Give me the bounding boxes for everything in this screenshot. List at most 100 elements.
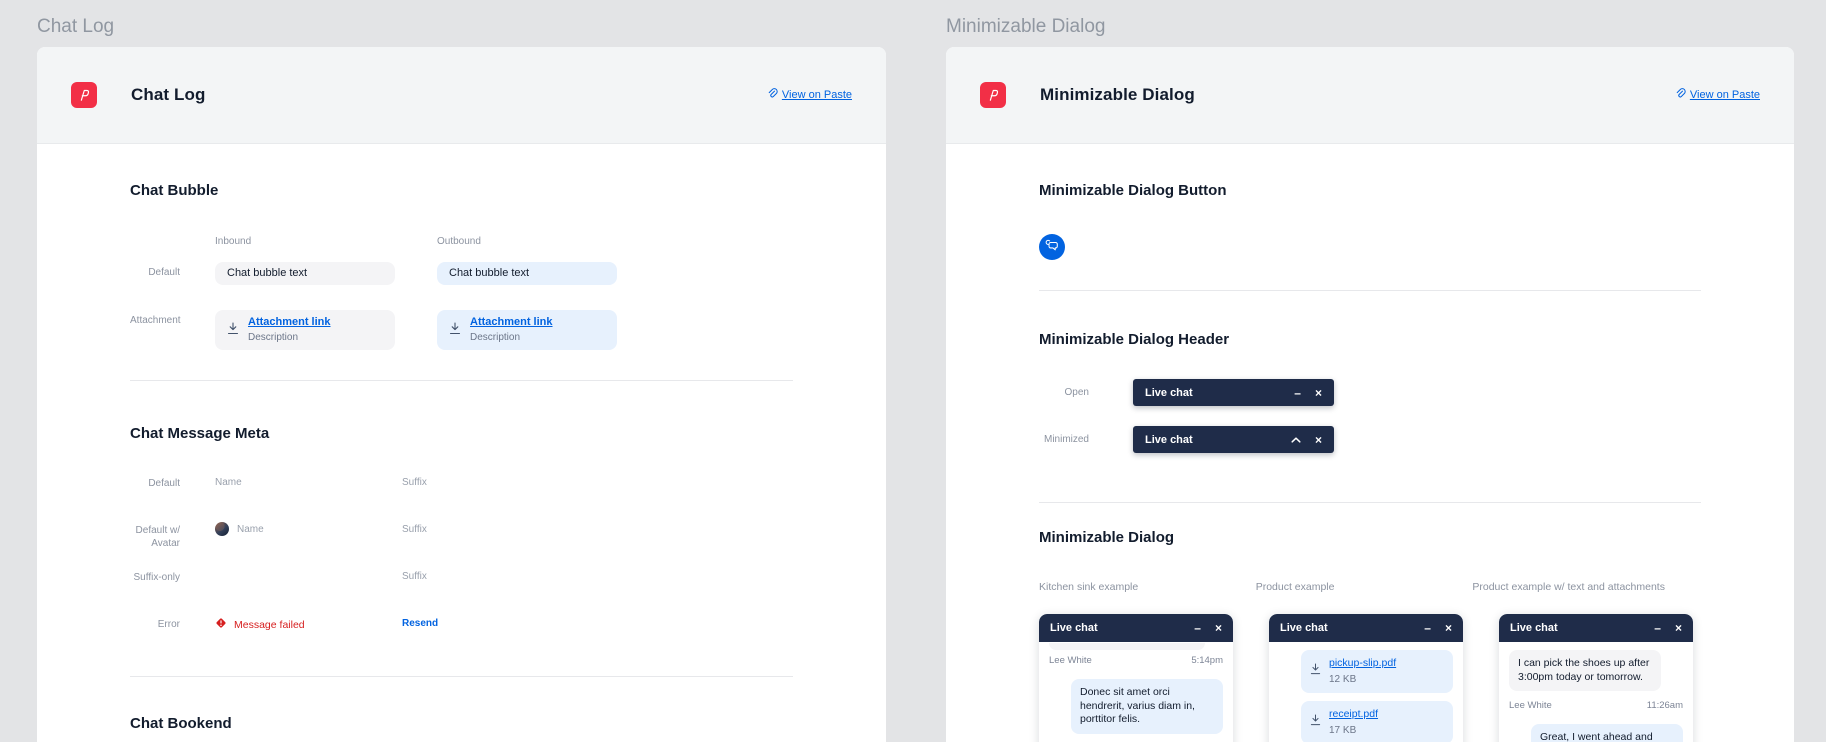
minimizable-dialog-card: Minimizable Dialog View on Paste Minimiz… — [946, 47, 1794, 742]
dialog-title: Live chat — [1280, 622, 1410, 634]
download-icon — [227, 322, 239, 339]
close-icon[interactable]: × — [1315, 387, 1322, 399]
row-label: Default — [130, 262, 215, 278]
row-label: Attachment — [130, 310, 215, 326]
dialog-header-minimized[interactable]: Live chat × — [1133, 426, 1334, 453]
section-heading-dialog-header: Minimizable Dialog Header — [1039, 331, 1701, 349]
attachment-link[interactable]: Attachment link — [470, 316, 553, 329]
error-icon — [215, 617, 227, 632]
meta-row-error: Error Message failed Resend — [130, 612, 793, 659]
window-label: Chat Log — [37, 14, 886, 40]
view-on-paste-link[interactable]: View on Paste — [767, 88, 852, 102]
example-labels: Kitchen sink example Product example Pro… — [1039, 581, 1701, 593]
row-open: Open Live chat – × — [1039, 379, 1701, 406]
dialog-product: Live chat – × pickup-slip.pdf 12 KB — [1269, 614, 1463, 742]
dialog-title: Live chat — [1145, 434, 1277, 446]
row-label: Default — [130, 471, 215, 490]
attachment-bubble-inbound: Attachment link Description — [215, 310, 395, 350]
section-heading-chat-message-meta: Chat Message Meta — [130, 425, 793, 443]
card-header: Chat Log View on Paste — [37, 47, 886, 144]
meta-suffix: Suffix — [402, 471, 427, 488]
column-inbound: Inbound — [215, 236, 395, 247]
meta-name: Lee White — [1509, 700, 1552, 711]
canvas: Chat Log Chat Log View on Paste Chat Bub… — [0, 0, 1826, 742]
row-attachment: Attachment Attachment link Description — [130, 310, 793, 350]
chat-log-card: Chat Log View on Paste Chat Bubble Inbou… — [37, 47, 886, 742]
attachment-link[interactable]: receipt.pdf — [1329, 708, 1378, 722]
section-heading-chat-bubble: Chat Bubble — [130, 182, 793, 200]
meta-suffix: Suffix — [402, 565, 427, 582]
minus-icon[interactable]: – — [1654, 622, 1661, 634]
meta-time: 5:14pm — [1191, 655, 1223, 666]
chat-bubble-outbound: Donec sit amet orci hendrerit, varius di… — [1071, 679, 1223, 734]
chat-bubble-outbound: Great, I went ahead and reserved the sho… — [1531, 724, 1683, 742]
paste-logo-icon — [71, 82, 97, 108]
attachment-link[interactable]: Attachment link — [248, 316, 331, 329]
divider — [130, 380, 793, 381]
attachment-bubble-outbound: Attachment link Description — [437, 310, 617, 350]
card-body: Minimizable Dialog Button Minimizable Di… — [946, 182, 1794, 742]
minus-icon[interactable]: – — [1194, 622, 1201, 634]
dialog-product-text: Live chat – × I can pick the shoes up af… — [1499, 614, 1693, 742]
meta-name: Name — [215, 471, 402, 488]
paste-logo-icon — [980, 82, 1006, 108]
chat-bubble-clipped — [1049, 643, 1205, 650]
row-label: Error — [130, 612, 215, 631]
chat-log-panel: Chat Log Chat Log View on Paste Chat Bub… — [37, 14, 886, 742]
minus-icon[interactable]: – — [1424, 622, 1431, 634]
view-on-paste-link[interactable]: View on Paste — [1675, 88, 1760, 102]
dialog-header-open: Live chat – × — [1133, 379, 1334, 406]
close-icon[interactable]: × — [1445, 622, 1452, 634]
attachment-size: 12 KB — [1329, 673, 1396, 687]
meta-name: Name — [237, 524, 264, 535]
dialog-title: Live chat — [1510, 622, 1640, 634]
card-body: Chat Bubble Inbound Outbound Default Cha… — [37, 182, 886, 733]
example-label: Kitchen sink example — [1039, 581, 1220, 593]
divider — [1039, 290, 1701, 291]
section-heading-dialog-button: Minimizable Dialog Button — [1039, 182, 1701, 200]
resend-button[interactable]: Resend — [402, 618, 438, 629]
row-label: Open — [1039, 387, 1133, 398]
section-heading-dialog: Minimizable Dialog — [1039, 529, 1701, 547]
page-title: Chat Log — [131, 85, 205, 105]
attachment-bubble: pickup-slip.pdf 12 KB — [1301, 650, 1453, 693]
example-label: Product example w/ text and attachments — [1472, 581, 1665, 593]
card-header: Minimizable Dialog View on Paste — [946, 47, 1794, 144]
attachment-bubble: receipt.pdf 17 KB — [1301, 701, 1453, 742]
dialog-title: Live chat — [1050, 622, 1180, 634]
dialog-header: Live chat – × — [1039, 614, 1233, 642]
chat-bubbles-icon — [1045, 238, 1060, 256]
section-heading-chat-bookend: Chat Bookend — [130, 715, 793, 733]
dialog-examples: Live chat – × Lee White 5:14pm Donec sit… — [1039, 614, 1701, 742]
meta-row-avatar: Default w/ Avatar Name Suffix — [130, 518, 793, 565]
window-label: Minimizable Dialog — [946, 14, 1794, 40]
dialog-body: I can pick the shoes up after 3:00pm tod… — [1499, 642, 1693, 742]
chat-bubble-outbound: Chat bubble text — [437, 262, 617, 285]
divider — [1039, 502, 1701, 503]
close-icon[interactable]: × — [1215, 622, 1222, 634]
download-icon — [1310, 663, 1321, 680]
minus-icon[interactable]: – — [1294, 387, 1301, 399]
row-label: Suffix-only — [130, 565, 215, 584]
meta-row-default: Default Name Suffix — [130, 471, 793, 518]
chat-bubble-inbound: I can pick the shoes up after 3:00pm tod… — [1509, 650, 1661, 691]
divider — [130, 676, 793, 677]
download-icon — [1310, 714, 1321, 731]
chat-bubble-inbound: Chat bubble text — [215, 262, 395, 285]
chevron-up-icon[interactable] — [1291, 437, 1301, 443]
link-icon — [767, 88, 778, 102]
meta-row-suffix-only: Suffix-only Suffix — [130, 565, 793, 612]
avatar — [215, 522, 229, 536]
attachment-link[interactable]: pickup-slip.pdf — [1329, 657, 1396, 671]
minimizable-dialog-panel: Minimizable Dialog Minimizable Dialog Vi… — [946, 14, 1794, 742]
attachment-description: Description — [248, 331, 331, 344]
attachment-description: Description — [470, 331, 553, 344]
close-icon[interactable]: × — [1675, 622, 1682, 634]
chat-message-meta: Lee White 5:14pm — [1049, 655, 1223, 666]
meta-time: 11:26am — [1647, 700, 1683, 711]
minimizable-dialog-button[interactable] — [1039, 234, 1065, 260]
close-icon[interactable]: × — [1315, 434, 1322, 446]
download-icon — [449, 322, 461, 339]
dialog-header: Live chat – × — [1269, 614, 1463, 642]
view-on-paste-label: View on Paste — [1690, 89, 1760, 101]
